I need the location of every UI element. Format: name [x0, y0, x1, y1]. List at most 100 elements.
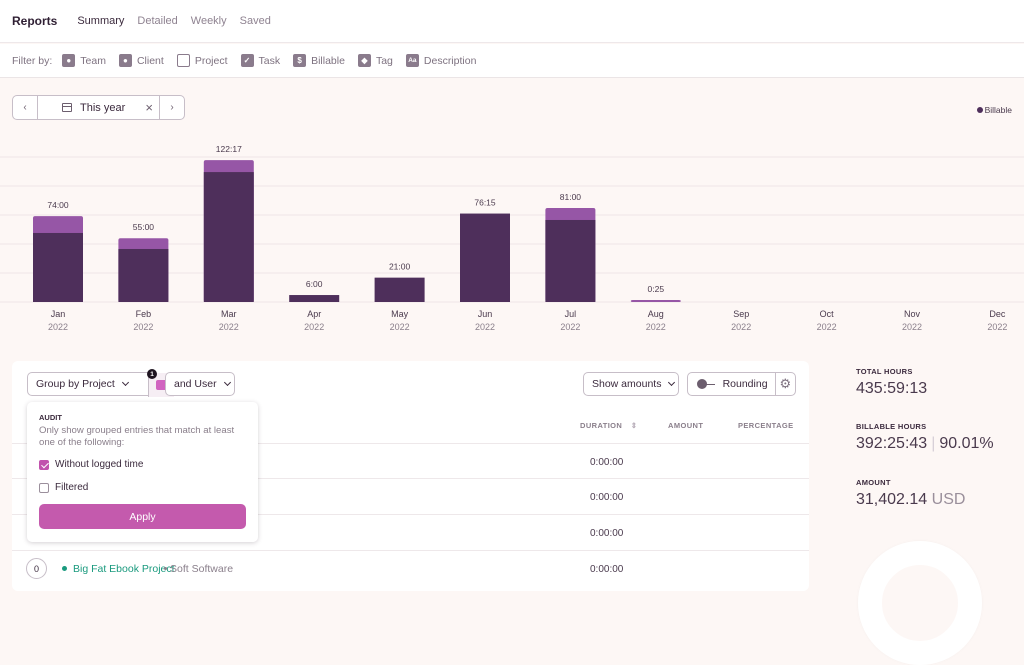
filter-task[interactable]: ✓ Task: [240, 54, 281, 67]
x-tick-label: Jun: [478, 309, 493, 319]
separator-dot: [164, 567, 167, 570]
audit-description: Only show grouped entries that match at …: [39, 425, 235, 448]
calendar-icon: [62, 103, 72, 112]
date-range-label: This year: [80, 101, 126, 114]
tab-weekly[interactable]: Weekly: [191, 15, 227, 27]
checkbox-checked[interactable]: [39, 459, 49, 470]
x-tick-label: Nov: [904, 309, 921, 319]
row-duration: 0:00:00: [590, 492, 624, 503]
total-hours-value: 435:59:13: [856, 380, 928, 397]
prev-period-button[interactable]: ‹: [13, 96, 38, 119]
legend-billable-swatch: [976, 107, 983, 113]
chevron-left-icon: ‹: [23, 102, 27, 113]
billable-icon: $: [293, 54, 307, 67]
summary-total-hours: TOTAL HOURS 435:59:13: [856, 367, 927, 398]
chevron-right-icon: ›: [170, 102, 174, 113]
filter-task-label: Task: [258, 54, 281, 67]
x-tick-sublabel: 2022: [390, 322, 410, 332]
page-title: Reports: [12, 14, 58, 28]
rounding-label: Rounding: [722, 378, 768, 390]
and-user-select[interactable]: and User: [165, 372, 235, 396]
show-amounts-select[interactable]: Show amounts: [583, 372, 679, 396]
tab-saved[interactable]: Saved: [240, 15, 271, 27]
filter-project[interactable]: Project: [176, 54, 228, 67]
bar-data-label: 6:00: [306, 279, 323, 289]
project-name[interactable]: Big Fat Ebook Project: [73, 563, 175, 575]
bar-billable: [203, 172, 254, 302]
x-tick-sublabel: 2022: [731, 322, 751, 332]
filter-billable-label: Billable: [311, 54, 345, 67]
entry-count-badge[interactable]: 0: [26, 558, 47, 579]
x-tick-label: May: [391, 309, 409, 319]
sort-icon: ⇕: [630, 421, 638, 430]
x-tick-label: Jan: [51, 309, 66, 319]
column-percentage[interactable]: PERCENTAGE: [738, 421, 794, 430]
total-hours-label: TOTAL HOURS: [856, 367, 913, 376]
bar-data-label: 76:15: [474, 198, 496, 208]
row-duration: 0:00:00: [590, 528, 624, 539]
divider: |: [931, 435, 936, 452]
legend-billable-label: Billable: [984, 105, 1012, 115]
rounding-toggle[interactable]: [697, 379, 715, 389]
filtered-checkbox[interactable]: Filtered: [39, 482, 88, 493]
apply-button[interactable]: Apply: [39, 504, 246, 529]
filter-team[interactable]: ● Team: [62, 54, 106, 67]
column-duration-label: DURATION: [580, 421, 623, 430]
summary-billable-hours: BILLABLE HOURS 392:25:43 | 90.01%: [856, 422, 994, 453]
tag-icon: ◆: [357, 54, 371, 67]
bar-data-label: 122:17: [216, 144, 242, 154]
bar-billable: [460, 213, 510, 302]
tab-detailed[interactable]: Detailed: [137, 15, 177, 27]
filter-team-label: Team: [80, 54, 106, 67]
billable-donut-chart: [858, 541, 982, 665]
x-tick-label: Feb: [136, 309, 152, 319]
next-period-button[interactable]: ›: [159, 96, 184, 119]
gear-icon[interactable]: ⚙: [774, 373, 795, 395]
table-row[interactable]: 0 Big Fat Ebook Project Soft Software 0:…: [12, 550, 809, 586]
chevron-down-icon: [223, 378, 231, 387]
x-tick-label: Mar: [221, 309, 237, 319]
task-icon: ✓: [240, 54, 254, 67]
group-by-select[interactable]: Group by Project 1: [27, 369, 174, 397]
filter-project-label: Project: [194, 54, 228, 67]
bar-data-label: 74:00: [47, 200, 69, 210]
chart-legend: Billable: [976, 105, 1012, 115]
top-nav: Reports Summary Detailed Weekly Saved: [0, 0, 1024, 43]
filter-tag-label: Tag: [375, 54, 393, 67]
tab-summary[interactable]: Summary: [77, 15, 124, 27]
show-amounts-label: Show amounts: [592, 378, 662, 390]
description-icon: Aa: [405, 54, 419, 67]
date-range-picker: ‹ This year × ›: [12, 95, 185, 120]
audit-popup: AUDIT Only show grouped entries that mat…: [27, 402, 258, 542]
billable-hours-value: 392:25:43: [856, 435, 928, 452]
checkbox-unchecked[interactable]: [39, 482, 49, 493]
rounding-control: Rounding ⚙: [687, 372, 796, 396]
client-icon: ●: [118, 54, 132, 67]
x-tick-label: Dec: [989, 309, 1006, 319]
team-icon: ●: [62, 54, 76, 67]
bar-billable: [289, 295, 340, 302]
x-tick-sublabel: 2022: [560, 322, 580, 332]
project-color-dot: [62, 566, 67, 571]
without-logged-time-checkbox[interactable]: Without logged time: [39, 459, 143, 470]
x-tick-sublabel: 2022: [219, 322, 239, 332]
row-duration: 0:00:00: [590, 457, 624, 468]
audit-heading: AUDIT: [39, 413, 62, 422]
bar-data-label: 21:00: [389, 262, 411, 272]
x-tick-sublabel: 2022: [817, 322, 837, 332]
column-duration[interactable]: DURATION ⇕: [580, 421, 637, 430]
filter-description[interactable]: Aa Description: [405, 54, 477, 67]
column-amount[interactable]: AMOUNT: [668, 421, 703, 430]
bar-data-label: 81:00: [560, 192, 582, 202]
bar-billable: [33, 232, 83, 302]
filter-billable[interactable]: $ Billable: [293, 54, 345, 67]
clear-date-icon[interactable]: ×: [145, 100, 153, 115]
filter-description-label: Description: [423, 54, 477, 67]
filter-client[interactable]: ● Client: [118, 54, 164, 67]
x-tick-label: Oct: [820, 309, 835, 319]
bar-data-label: 0:25: [648, 284, 665, 294]
chevron-down-icon: [668, 378, 676, 387]
filter-tag[interactable]: ◆ Tag: [357, 54, 393, 67]
billable-hours-label: BILLABLE HOURS: [856, 422, 927, 431]
date-range-field[interactable]: This year ×: [38, 96, 159, 119]
